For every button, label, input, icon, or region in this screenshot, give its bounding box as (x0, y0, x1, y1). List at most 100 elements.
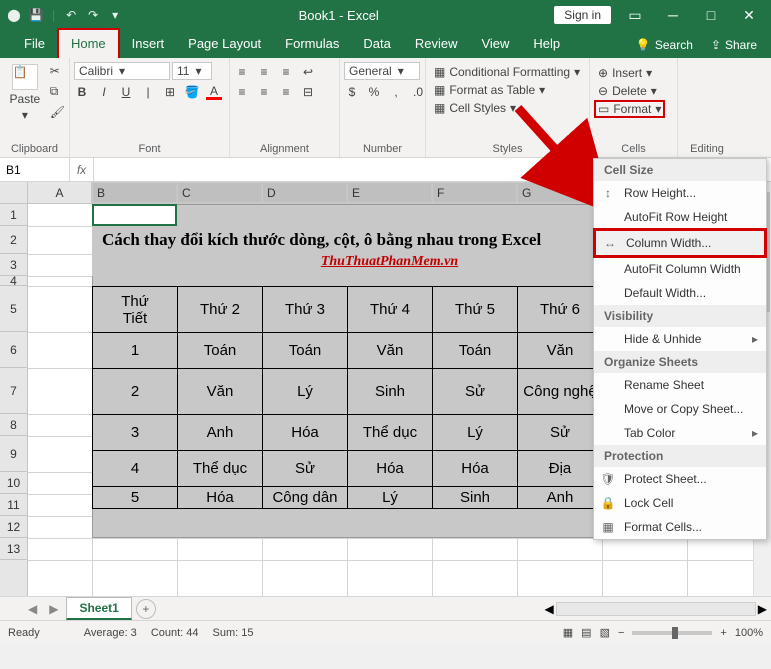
ribbon-options-icon[interactable]: ▭ (621, 7, 649, 24)
tab-page-layout[interactable]: Page Layout (176, 30, 273, 58)
menu-hide-unhide[interactable]: Hide & Unhide (594, 327, 766, 351)
border-icon[interactable]: ⊞ (162, 84, 178, 100)
tab-review[interactable]: Review (403, 30, 470, 58)
wrap-text-icon[interactable]: ↩ (300, 64, 316, 80)
zoom-out-icon[interactable]: − (618, 627, 624, 639)
menu-lock-cell[interactable]: 🔒Lock Cell (594, 491, 766, 515)
close-icon[interactable]: ✕ (735, 7, 763, 24)
font-color-icon[interactable]: A (206, 84, 222, 100)
tab-file[interactable]: File (12, 30, 57, 58)
sign-in-button[interactable]: Sign in (554, 6, 611, 24)
currency-icon[interactable]: $ (344, 84, 360, 100)
menu-format-cells[interactable]: ▦Format Cells... (594, 515, 766, 539)
tab-view[interactable]: View (469, 30, 521, 58)
view-page-layout-icon[interactable]: ▤ (581, 626, 591, 639)
delete-cells-button[interactable]: ⊖Delete▾ (594, 82, 665, 100)
row-header[interactable]: 10 (0, 472, 27, 494)
col-header[interactable]: C (177, 182, 262, 203)
merge-icon[interactable]: ⊟ (300, 84, 316, 100)
menu-autofit-col[interactable]: AutoFit Column Width (594, 257, 766, 281)
col-header[interactable]: B (92, 182, 177, 203)
paste-button[interactable]: 📋 Paste ▾ (4, 60, 46, 122)
menu-protect-sheet[interactable]: 🛡Protect Sheet... (594, 467, 766, 491)
col-header[interactable]: E (347, 182, 432, 203)
menu-autofit-row[interactable]: AutoFit Row Height (594, 205, 766, 229)
redo-icon[interactable]: ↷ (85, 7, 101, 23)
row-header[interactable]: 13 (0, 538, 27, 560)
tab-help[interactable]: Help (521, 30, 572, 58)
view-normal-icon[interactable]: ▦ (563, 626, 573, 639)
cell-styles-button[interactable]: ▦Cell Styles▾ (430, 100, 584, 116)
number-format-select[interactable]: General▾ (344, 62, 420, 80)
zoom-slider[interactable] (632, 631, 712, 635)
align-center-icon[interactable]: ≡ (256, 84, 272, 100)
undo-icon[interactable]: ↶ (63, 7, 79, 23)
format-cells-button[interactable]: ▭Format▾ (594, 100, 665, 118)
align-left-icon[interactable]: ≡ (234, 84, 250, 100)
menu-tab-color[interactable]: Tab Color (594, 421, 766, 445)
format-as-table-button[interactable]: ▦Format as Table▾ (430, 82, 584, 98)
menu-column-width[interactable]: ↔Column Width... (593, 228, 767, 258)
row-header[interactable]: 11 (0, 494, 27, 516)
menu-rename-sheet[interactable]: Rename Sheet (594, 373, 766, 397)
search-button[interactable]: 💡Search (636, 38, 693, 52)
align-bottom-icon[interactable]: ≡ (278, 64, 294, 80)
share-button[interactable]: ⇪Share (711, 38, 757, 52)
menu-default-width[interactable]: Default Width... (594, 281, 766, 305)
insert-cells-button[interactable]: ⊕Insert▾ (594, 64, 665, 82)
sheet-nav-next-icon[interactable]: ▶ (45, 602, 62, 616)
add-sheet-button[interactable]: + (136, 599, 156, 619)
align-right-icon[interactable]: ≡ (278, 84, 294, 100)
row-header[interactable]: 8 (0, 414, 27, 436)
row-header[interactable]: 9 (0, 436, 27, 472)
row-header[interactable]: 5 (0, 286, 27, 332)
cut-icon[interactable]: ✂ (50, 64, 65, 78)
row-header[interactable]: 12 (0, 516, 27, 538)
conditional-formatting-button[interactable]: ▦Conditional Formatting▾ (430, 64, 584, 80)
view-page-break-icon[interactable]: ▧ (600, 626, 610, 639)
format-painter-icon[interactable]: 🖌 (50, 105, 65, 119)
row-header[interactable]: 1 (0, 204, 27, 226)
menu-header-organize: Organize Sheets (594, 351, 766, 373)
tab-data[interactable]: Data (351, 30, 402, 58)
row-header[interactable]: 4 (0, 276, 27, 286)
maximize-icon[interactable]: □ (697, 7, 725, 23)
row-header[interactable]: 7 (0, 368, 27, 414)
menu-move-copy[interactable]: Move or Copy Sheet... (594, 397, 766, 421)
row-header[interactable]: 2 (0, 226, 27, 254)
zoom-in-icon[interactable]: + (720, 627, 726, 639)
row-header[interactable]: 3 (0, 254, 27, 276)
underline-icon[interactable]: U (118, 84, 134, 100)
fill-color-icon[interactable]: 🪣 (184, 84, 200, 100)
comma-icon[interactable]: , (388, 84, 404, 100)
copy-icon[interactable]: ⧉ (50, 84, 65, 99)
save-icon[interactable]: 💾 (28, 7, 44, 23)
col-header[interactable]: F (432, 182, 517, 203)
zoom-level[interactable]: 100% (735, 627, 763, 639)
col-header[interactable]: A (28, 182, 92, 203)
sheet-nav-prev-icon[interactable]: ◀ (24, 602, 41, 616)
minimize-icon[interactable]: ─ (659, 7, 687, 23)
tab-insert[interactable]: Insert (120, 30, 177, 58)
percent-icon[interactable]: % (366, 84, 382, 100)
font-size-select[interactable]: 11▾ (172, 62, 212, 80)
align-top-icon[interactable]: ≡ (234, 64, 250, 80)
tab-formulas[interactable]: Formulas (273, 30, 351, 58)
align-middle-icon[interactable]: ≡ (256, 64, 272, 80)
name-box[interactable]: B1 (0, 158, 70, 181)
col-header[interactable]: D (262, 182, 347, 203)
qat-customize-icon[interactable]: ▾ (107, 7, 123, 23)
tab-home[interactable]: Home (57, 28, 120, 58)
increase-decimal-icon[interactable]: .0 (410, 84, 426, 100)
col-header[interactable]: G (517, 182, 602, 203)
font-name-select[interactable]: Calibri▾ (74, 62, 170, 80)
italic-icon[interactable]: I (96, 84, 112, 100)
row-header[interactable]: 6 (0, 332, 27, 368)
bold-icon[interactable]: B (74, 84, 90, 100)
menu-row-height[interactable]: ↕Row Height... (594, 181, 766, 205)
sheet-tab[interactable]: Sheet1 (66, 597, 131, 620)
horizontal-scrollbar[interactable]: ◀▶ (545, 602, 771, 616)
fx-icon[interactable]: fx (70, 158, 94, 181)
select-all-triangle[interactable] (0, 182, 28, 203)
autosave-icon[interactable]: ⬤ (6, 7, 22, 23)
